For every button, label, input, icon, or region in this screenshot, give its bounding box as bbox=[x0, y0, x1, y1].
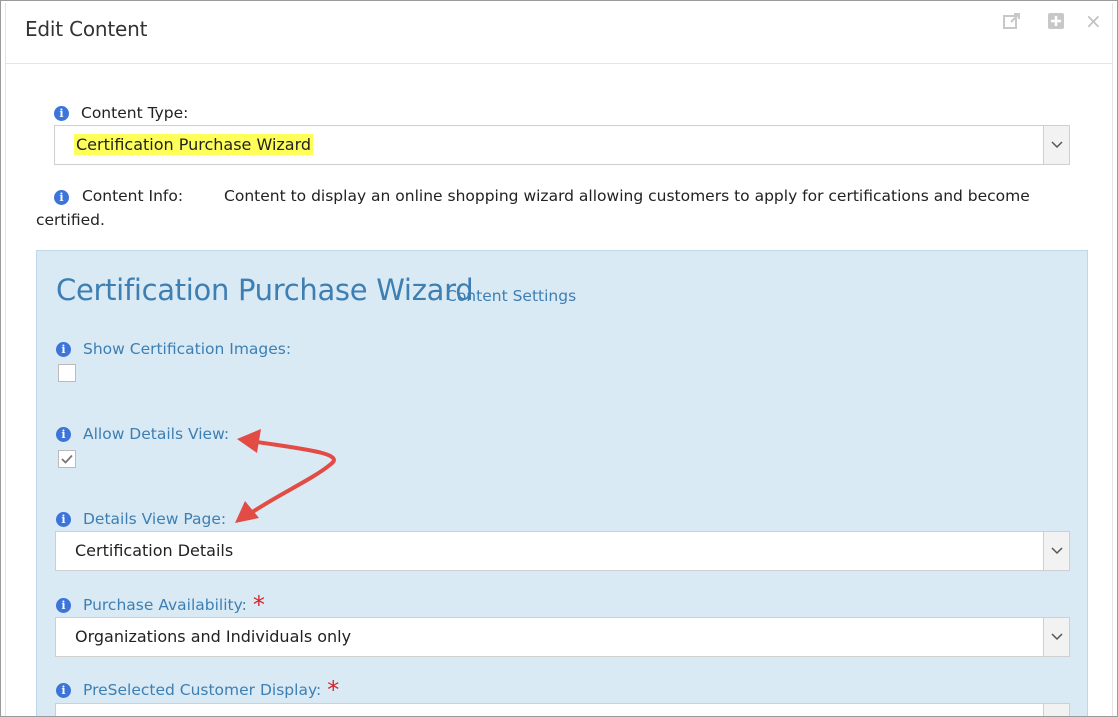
content-type-select[interactable]: Certification Purchase Wizard bbox=[54, 125, 1070, 165]
info-icon[interactable]: i bbox=[56, 597, 71, 613]
allow-details-checkbox[interactable] bbox=[58, 450, 76, 468]
external-link-icon[interactable] bbox=[1002, 11, 1022, 31]
chevron-down-icon[interactable] bbox=[1043, 126, 1069, 164]
panel-subtitle: Content Settings bbox=[446, 287, 577, 305]
content-type-label-row: i Content Type: bbox=[54, 104, 188, 122]
content-info: i Content Info: Content to display an on… bbox=[36, 184, 1056, 232]
info-icon[interactable]: i bbox=[56, 426, 71, 442]
info-icon[interactable]: i bbox=[56, 682, 71, 698]
allow-details-label-row: i Allow Details View: bbox=[56, 425, 229, 443]
plus-square-icon[interactable] bbox=[1046, 11, 1066, 31]
content-settings-panel: Certification Purchase Wizard Content Se… bbox=[36, 250, 1088, 716]
content-info-text: Content to display an online shopping wi… bbox=[36, 187, 1030, 229]
close-icon[interactable]: × bbox=[1085, 9, 1105, 33]
info-icon[interactable]: i bbox=[54, 105, 69, 121]
purchase-availability-value: Organizations and Individuals only bbox=[75, 627, 352, 646]
purchase-availability-label-row: i Purchase Availability: * bbox=[56, 591, 265, 619]
content-info-label: Content Info: bbox=[81, 187, 184, 205]
preselected-display-label-row: i PreSelected Customer Display: * bbox=[56, 676, 340, 704]
show-images-label-row: i Show Certification Images: bbox=[56, 340, 291, 358]
content-type-value: Certification Purchase Wizard bbox=[74, 134, 314, 155]
checkmark-icon bbox=[61, 454, 73, 464]
info-icon[interactable]: i bbox=[56, 511, 71, 527]
dialog-title: Edit Content bbox=[25, 17, 148, 41]
show-images-label: Show Certification Images: bbox=[83, 340, 292, 358]
content-type-label: Content Type: bbox=[81, 104, 189, 122]
preselected-display-label: PreSelected Customer Display: bbox=[83, 681, 322, 699]
edit-content-dialog: Edit Content × i Content Type: Certifica… bbox=[0, 0, 1118, 717]
details-page-label-row: i Details View Page: bbox=[56, 510, 226, 528]
content-type-highlight: Certification Purchase Wizard bbox=[74, 134, 314, 155]
purchase-availability-select[interactable]: Organizations and Individuals only bbox=[55, 617, 1070, 657]
header-divider bbox=[6, 63, 1112, 64]
details-page-label: Details View Page: bbox=[83, 510, 227, 528]
chevron-down-icon[interactable] bbox=[1043, 704, 1069, 716]
show-images-checkbox[interactable] bbox=[58, 364, 76, 382]
required-asterisk: * bbox=[252, 591, 265, 619]
details-page-value: Certification Details bbox=[75, 541, 234, 560]
panel-title: Certification Purchase Wizard bbox=[56, 273, 474, 307]
purchase-availability-label: Purchase Availability: bbox=[83, 596, 247, 614]
info-icon[interactable]: i bbox=[54, 190, 69, 205]
allow-details-label: Allow Details View: bbox=[83, 425, 230, 443]
details-page-select[interactable]: Certification Details bbox=[55, 531, 1070, 571]
required-asterisk: * bbox=[327, 676, 340, 704]
info-icon[interactable]: i bbox=[56, 341, 71, 357]
chevron-down-icon[interactable] bbox=[1043, 532, 1069, 570]
chevron-down-icon[interactable] bbox=[1043, 618, 1069, 656]
preselected-display-select[interactable] bbox=[55, 703, 1070, 716]
